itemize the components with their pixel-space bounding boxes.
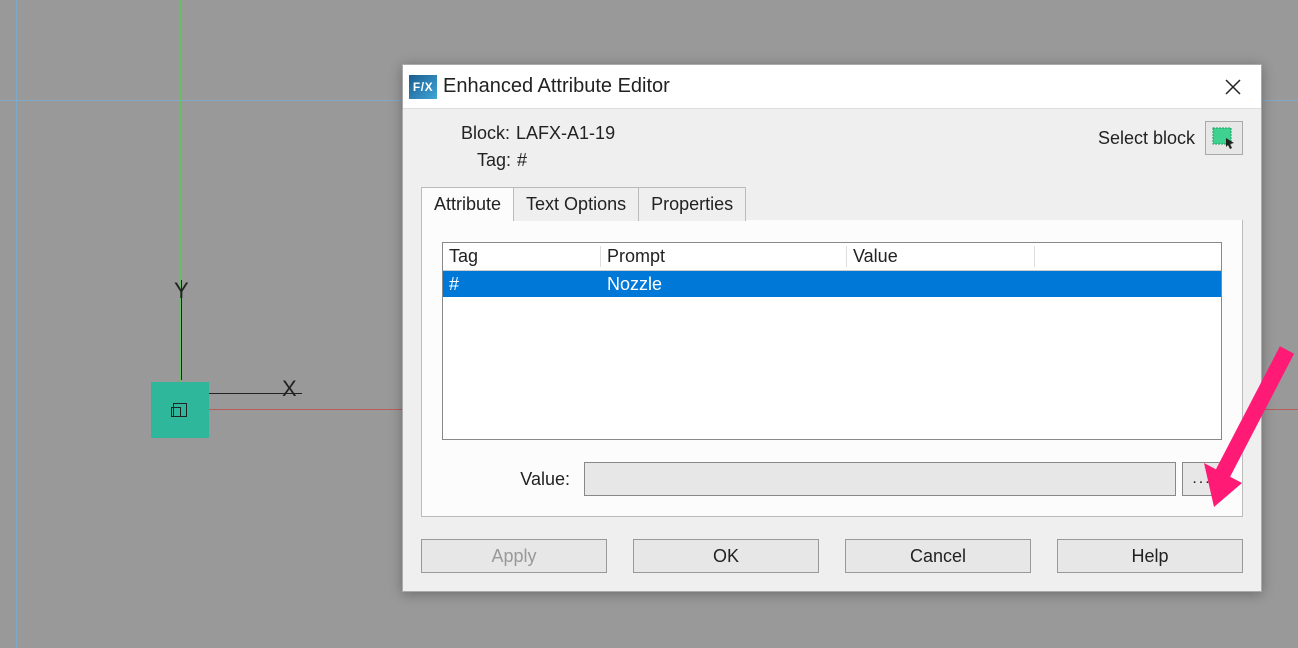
- guide-line-vertical: [16, 0, 17, 648]
- select-block-button[interactable]: [1205, 121, 1243, 155]
- column-tag[interactable]: Tag: [443, 246, 601, 267]
- tab-text-options[interactable]: Text Options: [513, 187, 639, 221]
- cancel-button[interactable]: Cancel: [845, 539, 1031, 573]
- browse-button[interactable]: ...: [1182, 462, 1222, 496]
- window-title: Enhanced Attribute Editor: [443, 75, 670, 98]
- axis-y-label: Y: [174, 280, 189, 302]
- ok-button[interactable]: OK: [633, 539, 819, 573]
- tag-value: #: [517, 150, 527, 171]
- axis-x-label: X: [282, 378, 297, 400]
- apply-button[interactable]: Apply: [421, 539, 607, 573]
- tab-properties[interactable]: Properties: [638, 187, 746, 221]
- cell-prompt: Nozzle: [601, 274, 847, 295]
- attribute-grid[interactable]: Tag Prompt Value # Nozzle: [442, 242, 1222, 440]
- tab-attribute[interactable]: Attribute: [421, 187, 514, 221]
- ucs-icon: [173, 403, 187, 417]
- block-label: Block:: [461, 123, 510, 144]
- titlebar[interactable]: F/X Enhanced Attribute Editor: [403, 65, 1261, 109]
- grid-header: Tag Prompt Value: [443, 243, 1221, 271]
- block-value: LAFX-A1-19: [516, 123, 615, 144]
- fx-app-icon: F/X: [409, 75, 437, 99]
- column-prompt[interactable]: Prompt: [601, 246, 847, 267]
- value-label: Value:: [442, 469, 578, 490]
- cell-tag: #: [443, 274, 601, 295]
- select-block-label: Select block: [1098, 128, 1195, 149]
- close-button[interactable]: [1213, 72, 1253, 102]
- close-icon: [1225, 79, 1241, 95]
- ucs-origin-marker[interactable]: [151, 382, 209, 438]
- tab-panel-attribute: Tag Prompt Value # Nozzle Value: ...: [421, 220, 1243, 517]
- column-value[interactable]: Value: [847, 246, 1035, 267]
- select-icon: [1212, 127, 1236, 149]
- tabs: Attribute Text Options Properties: [421, 187, 1243, 221]
- value-input[interactable]: [584, 462, 1176, 496]
- tag-label: Tag:: [477, 150, 511, 171]
- table-row[interactable]: # Nozzle: [443, 271, 1221, 297]
- help-button[interactable]: Help: [1057, 539, 1243, 573]
- enhanced-attribute-editor-dialog: F/X Enhanced Attribute Editor Block: LAF…: [402, 64, 1262, 592]
